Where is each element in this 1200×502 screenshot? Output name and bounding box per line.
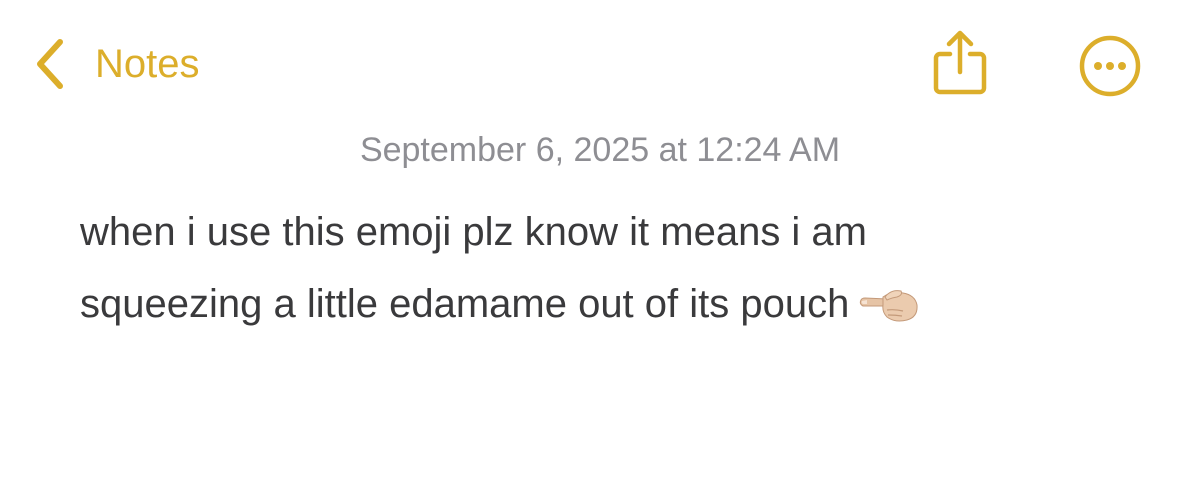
navigation-bar: Notes <box>0 0 1200 120</box>
chevron-left-icon <box>37 39 63 89</box>
note-timestamp: September 6, 2025 at 12:24 AM <box>359 131 841 169</box>
ellipsis-circle-icon <box>1079 35 1141 97</box>
back-button[interactable]: Notes <box>30 34 200 94</box>
note-line: when i use this emoji plz know it means … <box>80 210 867 254</box>
more-options-button[interactable] <box>1078 34 1142 98</box>
note-body[interactable]: when i use this emoji plz know it means … <box>80 196 1140 340</box>
share-icon <box>933 30 987 95</box>
note-line: squeezing a little edamame out of its po… <box>80 282 850 326</box>
back-button-label: Notes <box>95 42 200 86</box>
leftwards-pointing-hand-emoji-icon <box>860 290 918 322</box>
note-line-with-emoji: squeezing a little edamame out of its po… <box>80 268 1140 340</box>
share-button[interactable] <box>928 28 992 100</box>
